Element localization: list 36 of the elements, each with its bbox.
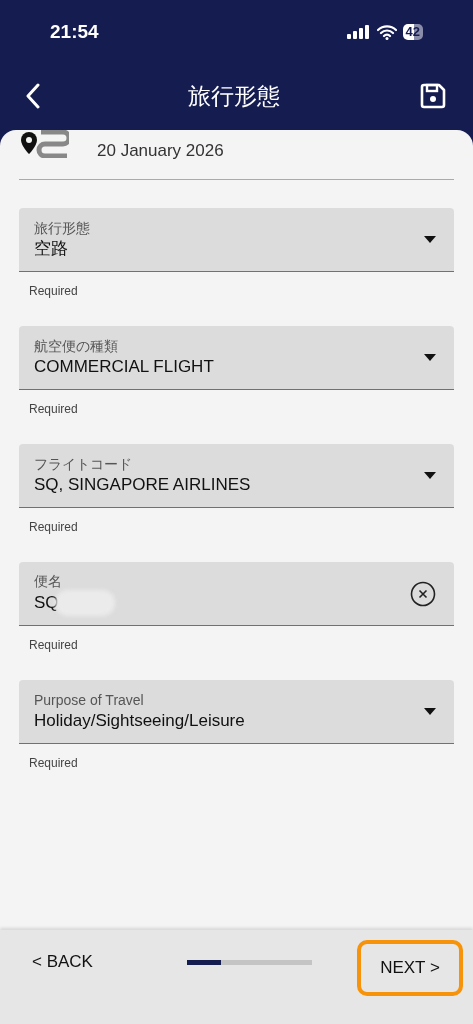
helper-text: Required	[29, 755, 78, 772]
field-label: フライトコード	[34, 454, 132, 473]
back-icon	[25, 83, 41, 109]
field-label: 便名	[34, 571, 62, 590]
page-title: 旅行形態	[186, 81, 281, 111]
trip-date: 20 January 2026	[97, 140, 224, 162]
dropdown-field[interactable]: Purpose of Travel Holiday/Sightseeing/Leisure	[19, 680, 454, 744]
field-label: Purpose of Travel	[34, 690, 144, 709]
dropdown-arrow-icon	[424, 236, 436, 243]
dropdown-arrow-icon	[424, 354, 436, 361]
signal-icon	[346, 25, 371, 39]
save-button[interactable]	[418, 81, 448, 111]
save-icon	[419, 82, 447, 110]
field-value: SQ, SINGAPORE AIRLINES	[34, 473, 251, 496]
battery-indicator: 42	[402, 24, 423, 40]
status-time: 21:54	[50, 19, 99, 44]
back-link[interactable]: < BACK	[30, 940, 95, 984]
next-button[interactable]: NEXT >	[357, 940, 463, 996]
text-field[interactable]: 便名 SQ	[19, 562, 454, 626]
dropdown-arrow-icon	[424, 472, 436, 479]
field-label: 航空便の種類	[34, 336, 118, 355]
dropdown-field[interactable]: 旅行形態 空路	[19, 208, 454, 272]
field-value: Holiday/Sightseeing/Leisure	[34, 709, 245, 732]
dropdown-arrow-icon	[424, 708, 436, 715]
field-value: COMMERCIAL FLIGHT	[34, 355, 214, 378]
field-label: 旅行形態	[34, 218, 90, 237]
helper-text: Required	[29, 401, 78, 418]
field-value: SQ	[34, 591, 59, 614]
helper-text: Required	[29, 519, 78, 536]
dropdown-field[interactable]: フライトコード SQ, SINGAPORE AIRLINES	[19, 444, 454, 508]
field-value: 空路	[34, 237, 68, 260]
helper-text: Required	[29, 283, 78, 300]
dropdown-field[interactable]: 航空便の種類 COMMERCIAL FLIGHT	[19, 326, 454, 390]
helper-text: Required	[29, 637, 78, 654]
clear-icon[interactable]	[410, 580, 436, 607]
wifi-icon	[376, 24, 397, 40]
